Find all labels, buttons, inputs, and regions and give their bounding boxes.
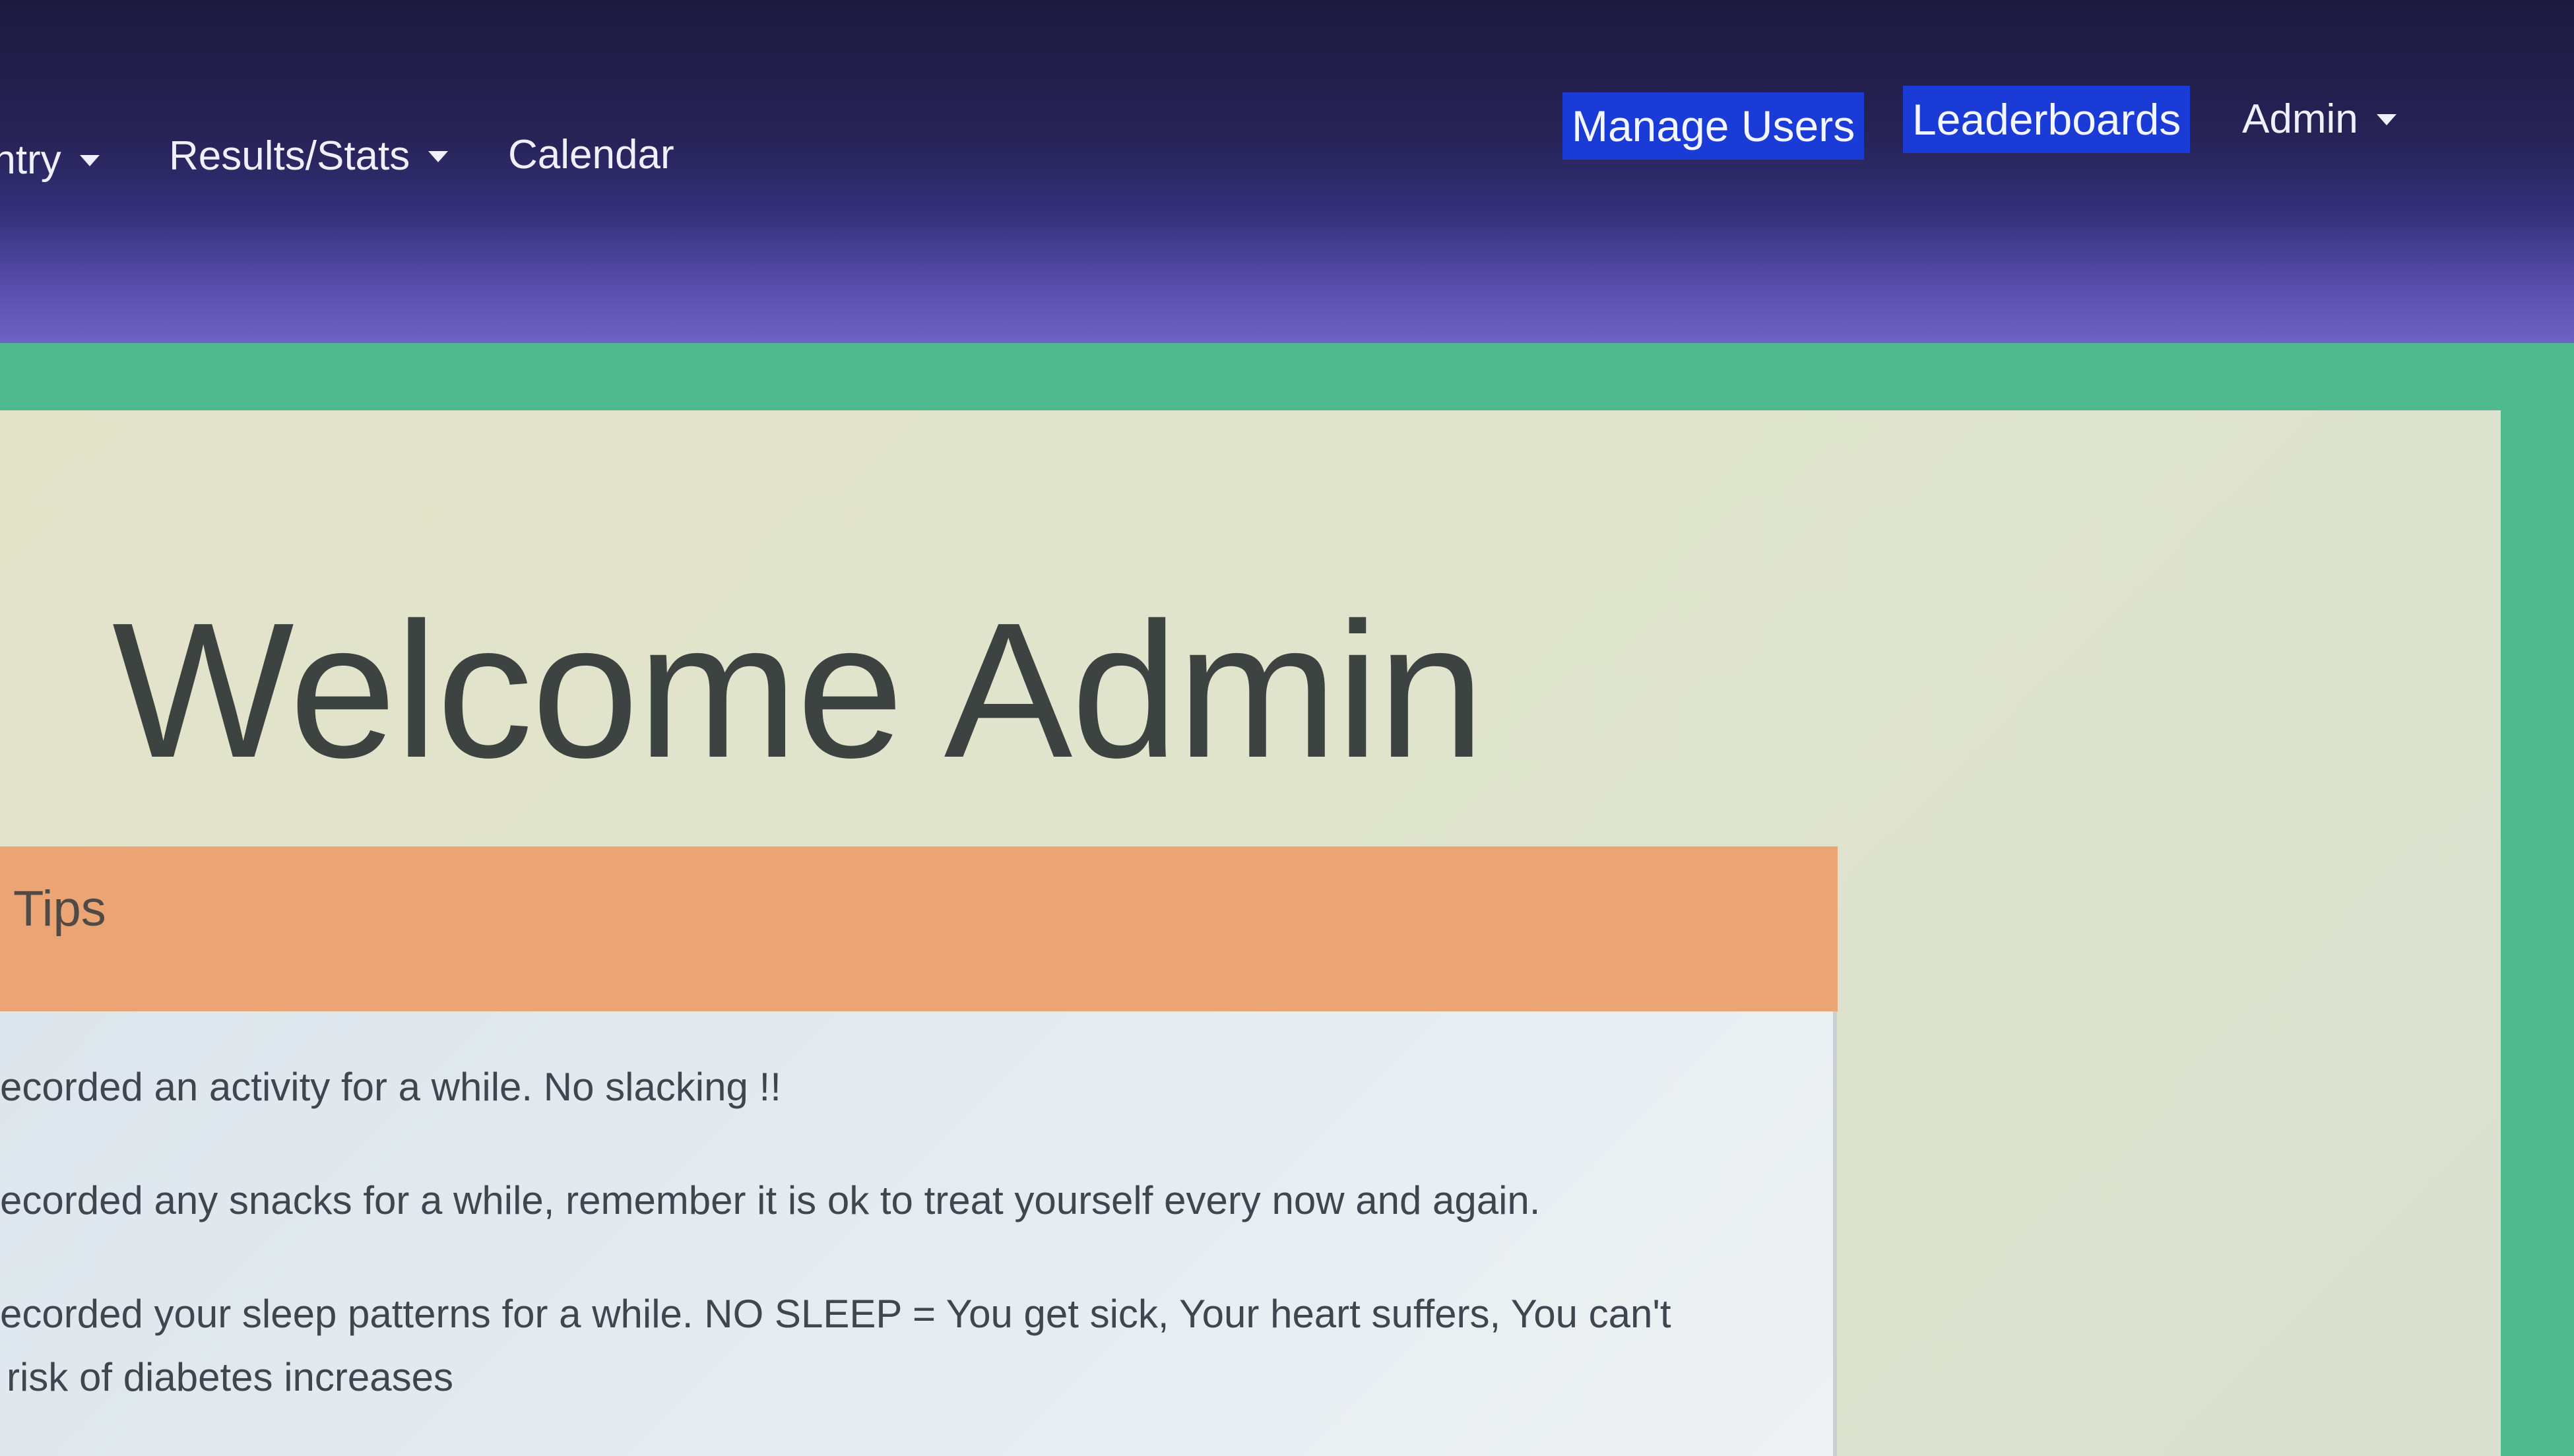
top-navbar: Entry Results/Stats Calendar Manage User… bbox=[0, 0, 2574, 343]
nav-leaderboards-link[interactable]: Leaderboards bbox=[1903, 86, 2191, 153]
nav-leaderboards-label: Leaderboards bbox=[1912, 95, 2181, 144]
nav-manage-users-label: Manage Users bbox=[1572, 102, 1855, 150]
tips-panel-header bbox=[0, 846, 1838, 1011]
chevron-down-icon bbox=[428, 150, 449, 162]
tip-item: ecorded an activity for a while. No slac… bbox=[0, 1065, 781, 1109]
tip-item: ecorded your sleep patterns for a while.… bbox=[0, 1292, 1671, 1336]
tips-panel-title: Tips bbox=[13, 881, 106, 937]
nav-manage-users-link[interactable]: Manage Users bbox=[1562, 92, 1865, 160]
page-title: Welcome Admin bbox=[112, 583, 1485, 798]
nav-admin-dropdown[interactable]: Admin bbox=[2242, 99, 2397, 140]
nav-admin-label: Admin bbox=[2242, 96, 2358, 142]
nav-entry-dropdown[interactable]: Entry bbox=[0, 140, 100, 181]
tip-item: ecorded any snacks for a while, remember… bbox=[0, 1178, 1541, 1222]
chevron-down-icon bbox=[79, 154, 100, 166]
nav-results-stats-label: Results/Stats bbox=[169, 133, 410, 179]
chevron-down-icon bbox=[2376, 113, 2397, 125]
nav-entry-label: Entry bbox=[0, 137, 61, 183]
nav-calendar-label: Calendar bbox=[508, 132, 674, 177]
nav-results-stats-dropdown[interactable]: Results/Stats bbox=[169, 133, 449, 179]
nav-calendar-link[interactable]: Calendar bbox=[508, 135, 674, 175]
tip-item: risk of diabetes increases bbox=[7, 1355, 453, 1399]
